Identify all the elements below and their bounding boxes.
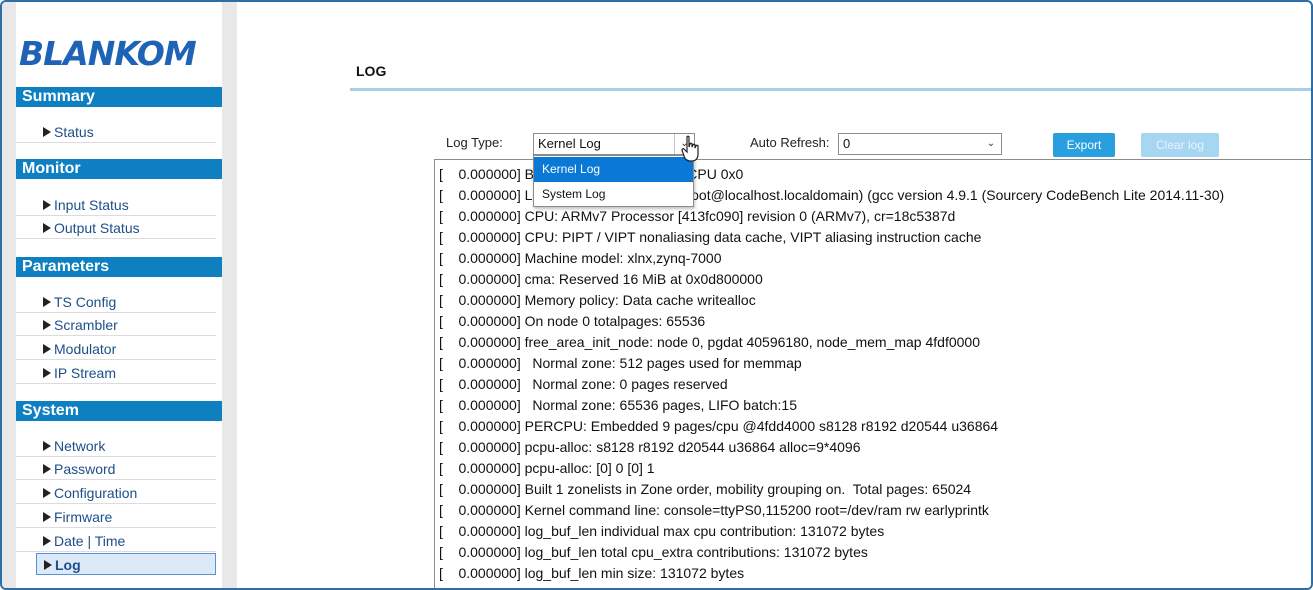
- log-line: [ 0.000000] log_buf_len total cpu_extra …: [439, 544, 868, 560]
- section-system: System: [16, 401, 222, 421]
- triangle-right-icon: [43, 200, 51, 210]
- log-type-select[interactable]: Kernel Log ⌄: [533, 133, 695, 155]
- hand-cursor-icon: [681, 135, 699, 162]
- log-line: [ 0.000000] Kernel command line: console…: [439, 502, 989, 518]
- auto-refresh-select[interactable]: 0 ⌄: [838, 133, 1002, 155]
- sidebar-item-output-status[interactable]: Output Status: [16, 217, 216, 239]
- sidebar-item-firmware[interactable]: Firmware: [16, 506, 216, 528]
- dropdown-option-system-log[interactable]: System Log: [534, 182, 693, 207]
- triangle-right-icon: [43, 223, 51, 233]
- log-line: [ 0.000000] free_area_init_node: node 0,…: [439, 334, 980, 350]
- title-divider: [350, 88, 1311, 91]
- log-line: [ 0.000000] Normal zone: 65536 pages, LI…: [439, 397, 798, 413]
- log-line: [ 0.000000] pcpu-alloc: [0] 0 [0] 1: [439, 460, 655, 476]
- log-line: [ 0.000000] On node 0 totalpages: 65536: [439, 313, 706, 329]
- triangle-right-icon: [43, 488, 51, 498]
- log-line: [ 0.000000] Machine model: xlnx,zynq-700…: [439, 250, 722, 266]
- section-parameters: Parameters: [16, 257, 222, 277]
- log-line: [ 0.000000] CPU: ARMv7 Processor [413fc0…: [439, 208, 956, 224]
- triangle-right-icon: [43, 441, 51, 451]
- log-line: [ 0.000000] Normal zone: 0 pages reserve…: [439, 376, 728, 392]
- sidebar-item-input-status[interactable]: Input Status: [16, 194, 216, 216]
- log-type-value: Kernel Log: [538, 136, 601, 151]
- sidebar-item-password[interactable]: Password: [16, 458, 216, 480]
- log-line: [ 0.000000] PERCPU: Embedded 9 pages/cpu…: [439, 418, 999, 434]
- log-line: [ 0.000000] log_buf_len individual max c…: [439, 523, 885, 539]
- sidebar-item-ip-stream[interactable]: IP Stream: [16, 362, 216, 384]
- log-line: [ 0.000000] pcpu-alloc: s8128 r8192 d205…: [439, 439, 861, 455]
- triangle-right-icon: [43, 320, 51, 330]
- page-title: LOG: [356, 63, 387, 79]
- sidebar-item-modulator[interactable]: Modulator: [16, 338, 216, 360]
- triangle-right-icon: [44, 560, 52, 570]
- chevron-down-icon: ⌄: [986, 138, 996, 149]
- log-line: [ 0.000000] CPU: PIPT / VIPT nonaliasing…: [439, 229, 982, 245]
- section-monitor: Monitor: [16, 159, 222, 179]
- dropdown-option-kernel-log[interactable]: Kernel Log: [534, 157, 693, 182]
- brand-logo: BLANKOM: [19, 34, 197, 73]
- triangle-right-icon: [43, 536, 51, 546]
- clear-log-button[interactable]: Clear log: [1141, 133, 1219, 157]
- sidebar-panel: BLANKOM Summary Status Monitor Input Sta…: [16, 2, 222, 588]
- log-type-dropdown: Kernel Log System Log: [533, 155, 694, 207]
- log-line: [ 0.000000] Normal zone: 512 pages used …: [439, 355, 802, 371]
- sidebar-item-network[interactable]: Network: [16, 435, 216, 457]
- sidebar-item-scrambler[interactable]: Scrambler: [16, 314, 216, 336]
- sidebar-item-ts-config[interactable]: TS Config: [16, 291, 216, 313]
- triangle-right-icon: [43, 368, 51, 378]
- triangle-right-icon: [43, 464, 51, 474]
- export-button[interactable]: Export: [1053, 133, 1115, 157]
- log-line: [ 0.000000] log_buf_len min size: 131072…: [439, 565, 745, 581]
- log-type-label: Log Type:: [446, 135, 503, 150]
- sidebar-item-date-time[interactable]: Date | Time: [16, 530, 216, 552]
- log-line: [ 0.000000] Built 1 zonelists in Zone or…: [439, 481, 972, 497]
- triangle-right-icon: [43, 512, 51, 522]
- log-output[interactable]: [ 0.000000] Booting Linux on physical CP…: [434, 159, 1311, 588]
- triangle-right-icon: [43, 127, 51, 137]
- app-window: BLANKOM Summary Status Monitor Input Sta…: [0, 0, 1313, 590]
- auto-refresh-label: Auto Refresh:: [750, 135, 830, 150]
- sidebar: BLANKOM Summary Status Monitor Input Sta…: [2, 2, 237, 588]
- sidebar-item-status[interactable]: Status: [16, 121, 216, 143]
- triangle-right-icon: [43, 297, 51, 307]
- sidebar-item-configuration[interactable]: Configuration: [16, 482, 216, 504]
- log-line: [ 0.000000] cma: Reserved 16 MiB at 0x0d…: [439, 271, 763, 287]
- triangle-right-icon: [43, 344, 51, 354]
- auto-refresh-value: 0: [843, 136, 851, 151]
- log-line: [ 0.000000] Memory policy: Data cache wr…: [439, 292, 756, 308]
- sidebar-item-log[interactable]: Log: [36, 553, 216, 575]
- section-summary: Summary: [16, 87, 222, 107]
